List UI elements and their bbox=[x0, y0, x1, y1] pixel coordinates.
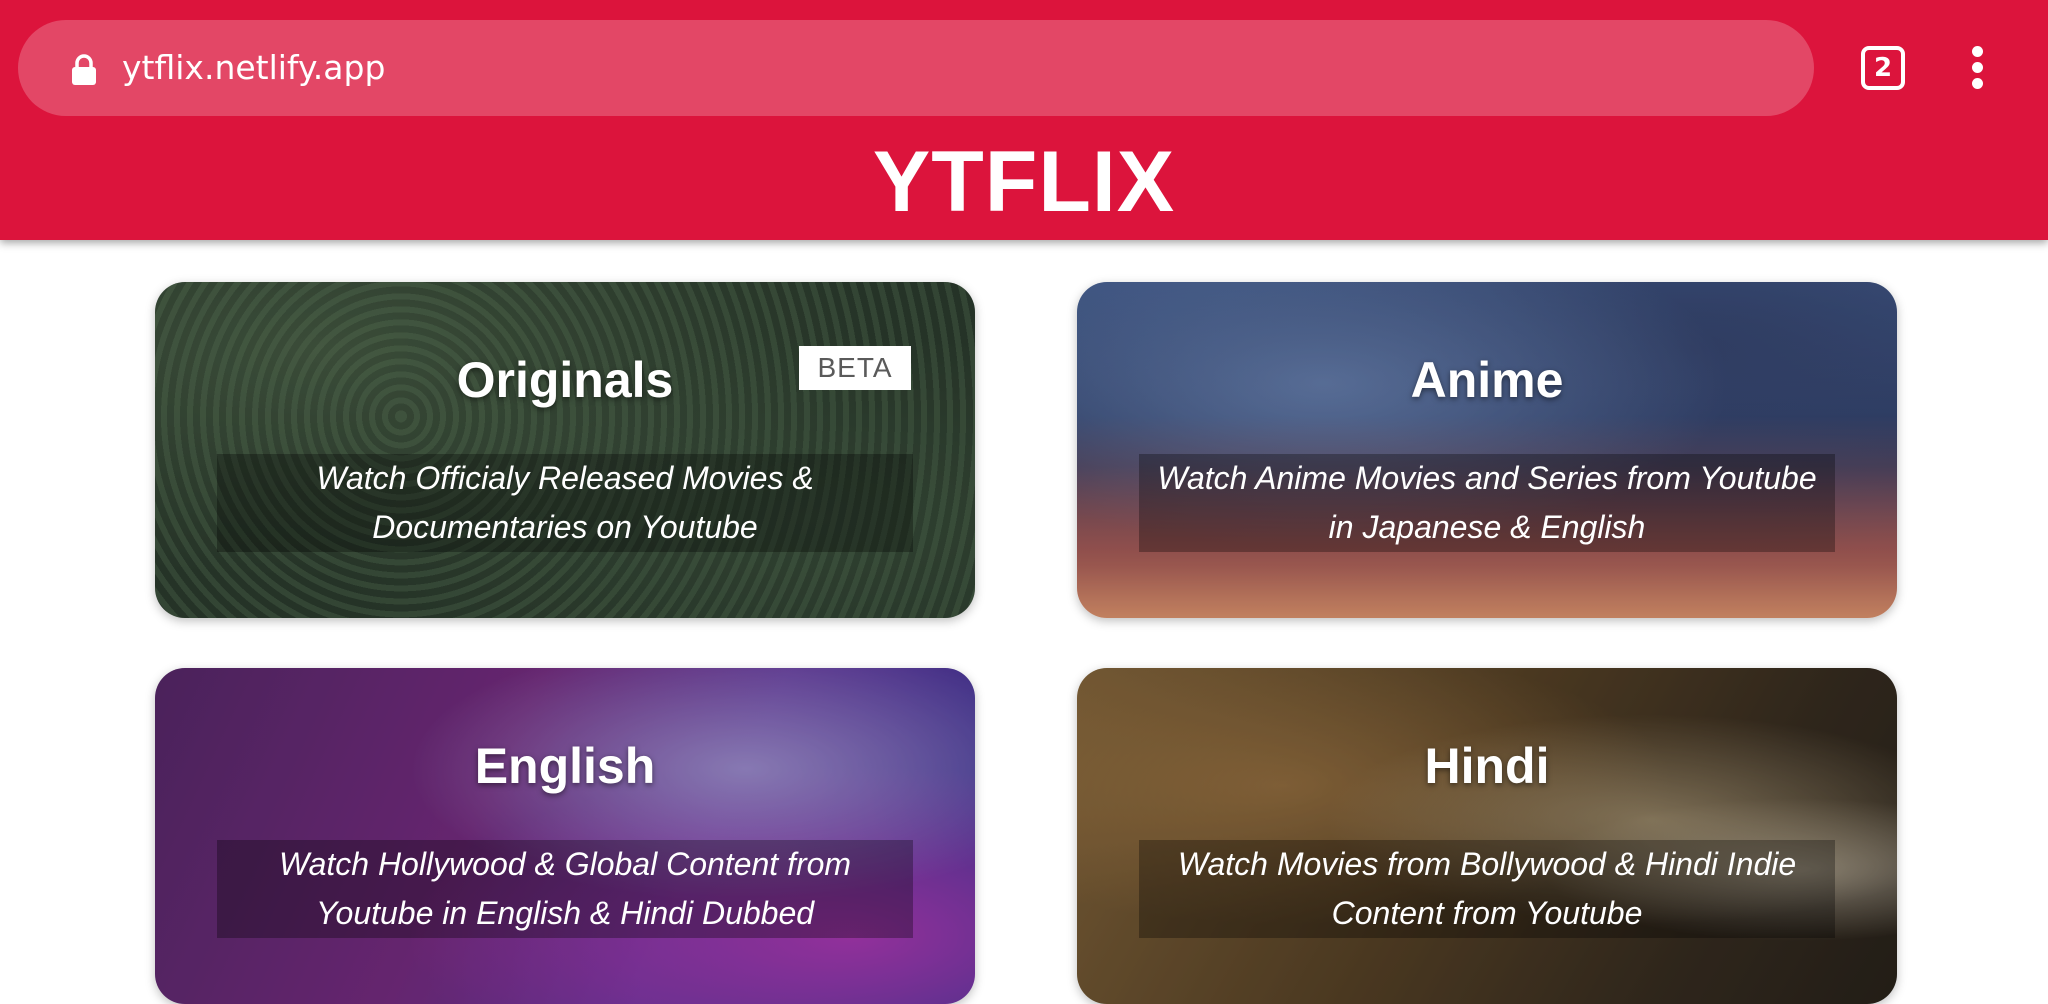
site-logo[interactable]: YTFLIX bbox=[0, 132, 2048, 232]
card-title: English bbox=[474, 738, 656, 794]
beta-badge: BETA bbox=[799, 346, 911, 390]
category-card-hindi[interactable]: Hindi Watch Movies from Bollywood & Hind… bbox=[1077, 668, 1897, 1004]
more-options-icon[interactable] bbox=[1962, 44, 1994, 92]
category-card-originals[interactable]: Originals BETA Watch Officialy Released … bbox=[155, 282, 975, 618]
card-description: Watch Anime Movies and Series from Youtu… bbox=[1139, 454, 1835, 552]
card-title: Hindi bbox=[1424, 738, 1550, 794]
app-header: ytflix.netlify.app 2 YTFLIX bbox=[0, 0, 2048, 240]
tab-count: 2 bbox=[1873, 53, 1893, 83]
category-card-english[interactable]: English Watch Hollywood & Global Content… bbox=[155, 668, 975, 1004]
card-description: Watch Officialy Released Movies & Docume… bbox=[217, 454, 913, 552]
category-card-anime[interactable]: Anime Watch Anime Movies and Series from… bbox=[1077, 282, 1897, 618]
card-title: Anime bbox=[1410, 352, 1564, 408]
card-description: Watch Movies from Bollywood & Hindi Indi… bbox=[1139, 840, 1835, 938]
card-description: Watch Hollywood & Global Content from Yo… bbox=[217, 840, 913, 938]
tab-switcher-button[interactable]: 2 bbox=[1861, 46, 1905, 90]
address-bar[interactable]: ytflix.netlify.app bbox=[18, 20, 1814, 116]
lock-icon bbox=[72, 54, 96, 85]
url-text: ytflix.netlify.app bbox=[122, 48, 386, 87]
